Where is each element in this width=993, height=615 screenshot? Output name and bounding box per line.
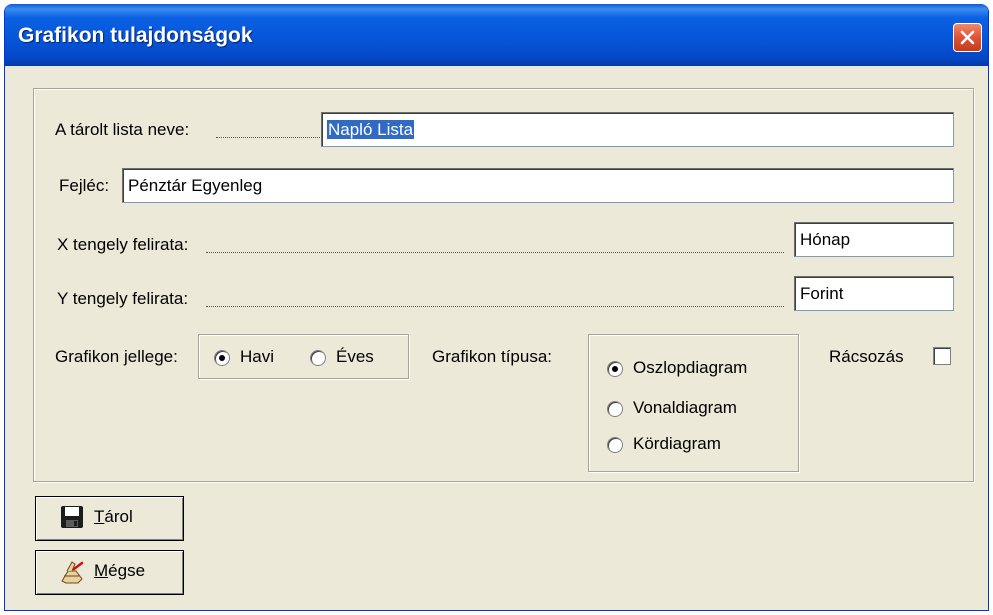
grid-label: Rácsozás <box>829 347 904 366</box>
y-axis-value: Forint <box>800 284 844 303</box>
chart-type-label: Grafikon típusa: <box>432 347 553 366</box>
list-name-value: Napló Lista <box>327 120 415 139</box>
line-chart-radio-label[interactable]: Vonaldiagram <box>633 398 737 418</box>
cancel-hand-icon <box>61 561 84 584</box>
floppy-disk-icon <box>61 506 83 528</box>
save-button[interactable]: Tárol <box>35 496 184 541</box>
close-button[interactable] <box>953 23 982 52</box>
window-title: Grafikon tulajdonságok <box>18 24 253 47</box>
cancel-button[interactable]: Mégse <box>35 550 184 595</box>
leader-dots <box>206 306 784 307</box>
header-field[interactable]: Pénztár Egyenleg <box>122 168 954 203</box>
pie-chart-radio-label[interactable]: Kördiagram <box>633 434 721 454</box>
monthly-radio[interactable] <box>214 350 230 366</box>
close-icon <box>960 30 975 45</box>
leader-dots <box>216 137 320 138</box>
dialog-body: A tárolt lista neve: Napló Lista Fejléc:… <box>5 66 988 610</box>
grid-checkbox[interactable] <box>933 347 951 365</box>
yearly-radio[interactable] <box>310 350 326 366</box>
x-axis-label: X tengely felirata: <box>57 235 189 254</box>
monthly-radio-label[interactable]: Havi <box>240 347 274 367</box>
pie-chart-radio[interactable] <box>607 437 623 453</box>
x-axis-field[interactable]: Hónap <box>794 222 954 257</box>
save-button-label: Tárol <box>94 507 133 526</box>
chart-nature-panel: Havi Éves <box>198 334 409 379</box>
bar-chart-radio[interactable] <box>607 361 623 377</box>
chart-type-panel: Oszlopdiagram Vonaldiagram Kördiagram <box>588 334 799 472</box>
header-label: Fejléc: <box>59 176 110 195</box>
yearly-radio-label[interactable]: Éves <box>336 347 374 367</box>
dialog-window: Grafikon tulajdonságok A tárolt lista ne… <box>4 4 989 611</box>
properties-group: A tárolt lista neve: Napló Lista Fejléc:… <box>33 88 974 482</box>
list-name-label: A tárolt lista neve: <box>55 120 190 139</box>
cancel-button-label: Mégse <box>94 561 146 580</box>
bar-chart-radio-label[interactable]: Oszlopdiagram <box>633 358 747 378</box>
header-value: Pénztár Egyenleg <box>128 176 263 195</box>
chart-nature-label: Grafikon jellege: <box>55 347 178 366</box>
x-axis-value: Hónap <box>800 230 851 249</box>
list-name-field[interactable]: Napló Lista <box>321 112 954 147</box>
title-bar[interactable]: Grafikon tulajdonságok <box>5 4 988 66</box>
y-axis-field[interactable]: Forint <box>794 276 954 311</box>
y-axis-label: Y tengely felirata: <box>57 289 189 308</box>
line-chart-radio[interactable] <box>607 401 623 417</box>
leader-dots <box>206 252 784 253</box>
